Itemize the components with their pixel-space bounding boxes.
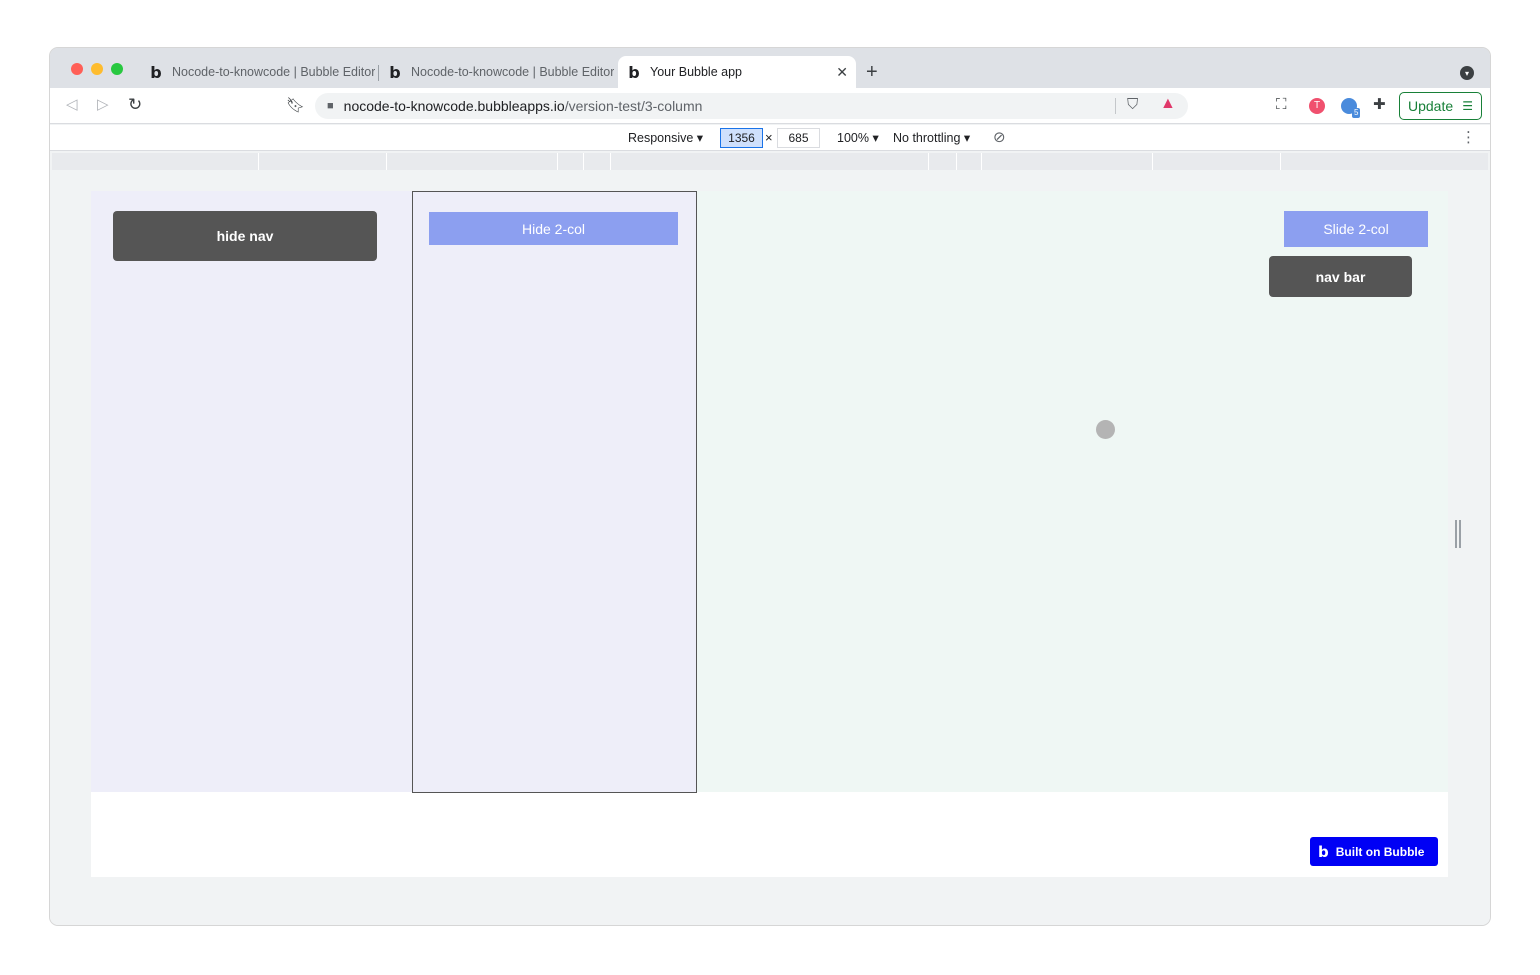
built-on-bubble-badge[interactable]: b Built on Bubble (1310, 837, 1438, 866)
new-tab-button[interactable]: + (866, 60, 878, 84)
device-viewport-area: hide nav Hide 2-col Slide 2-col nav bar … (50, 170, 1490, 925)
media-query-divider (1280, 153, 1281, 170)
minimize-window-button[interactable] (91, 63, 103, 75)
extension-red-icon[interactable]: T (1309, 98, 1325, 114)
tab-search-icon[interactable]: ▾ (1460, 66, 1474, 80)
dimension-separator: × (765, 130, 773, 145)
extensions-puzzle-icon[interactable]: ✚ (1373, 97, 1386, 113)
tab-title: Your Bubble app (650, 65, 742, 79)
brave-shield-icon[interactable]: ⛉ (1127, 96, 1138, 113)
menu-icon: ☰ (1462, 99, 1473, 113)
address-bar-separator (1115, 98, 1116, 114)
media-query-divider (583, 153, 584, 170)
close-tab-icon[interactable]: ✕ (836, 64, 848, 81)
media-query-divider (956, 153, 957, 170)
nav-column (91, 191, 412, 792)
media-query-divider (1152, 153, 1153, 170)
rotate-icon[interactable]: ⊘ (993, 128, 1006, 146)
extension-badge: 5 (1352, 108, 1361, 118)
bookmark-icon[interactable]: 🔖︎ (286, 96, 305, 114)
forward-icon[interactable]: ▷ (97, 96, 109, 114)
media-query-divider (610, 153, 611, 170)
media-query-divider (981, 153, 982, 170)
url-path: /version-test/3-column (564, 98, 703, 114)
media-query-divider (386, 153, 387, 170)
tab-bubble-editor-2[interactable]: b Nocode-to-knowcode | Bubble Editor (379, 56, 617, 88)
built-on-bubble-label: Built on Bubble (1335, 844, 1425, 859)
second-column (412, 191, 697, 793)
hide-2col-button[interactable]: Hide 2-col (429, 212, 678, 245)
tab-strip: b Nocode-to-knowcode | Bubble Editor b N… (50, 48, 1490, 88)
media-query-divider (258, 153, 259, 170)
browser-window: b Nocode-to-knowcode | Bubble Editor b N… (50, 48, 1490, 925)
bubble-logo-icon: b (389, 62, 401, 82)
update-label: Update (1408, 98, 1454, 114)
update-button[interactable]: Update ☰ (1399, 92, 1482, 120)
viewport-width-input[interactable]: 1356 (720, 128, 763, 148)
resize-width-handle[interactable] (1455, 520, 1461, 548)
maximize-window-button[interactable] (111, 63, 123, 75)
media-query-divider (557, 153, 558, 170)
bubble-logo-icon: b (1318, 842, 1329, 861)
touch-cursor (1096, 420, 1115, 439)
bubble-logo-icon: b (628, 62, 640, 82)
browser-toolbar: ◁ ▷ ↻ 🔖︎ ■ nocode-to-knowcode.bubbleapps… (50, 88, 1490, 124)
lock-icon: ■ (327, 100, 334, 112)
media-query-bar[interactable] (52, 153, 1488, 170)
reload-icon[interactable]: ↻ (128, 96, 142, 114)
hide-nav-button[interactable]: hide nav (113, 211, 377, 261)
slide-2col-button[interactable]: Slide 2-col (1284, 211, 1428, 247)
tab-title: Nocode-to-knowcode | Bubble Editor (172, 65, 376, 79)
device-select[interactable]: Responsive ▾ (628, 130, 703, 145)
media-query-divider (928, 153, 929, 170)
screen-capture-icon[interactable]: ⛶ (1276, 97, 1287, 113)
url-host: nocode-to-knowcode.bubbleapps.io (343, 98, 565, 114)
bubble-logo-icon: b (150, 62, 162, 82)
back-icon[interactable]: ◁ (66, 96, 78, 114)
nav-bar-button[interactable]: nav bar (1269, 256, 1412, 297)
throttling-select[interactable]: No throttling ▾ (893, 130, 970, 145)
zoom-select[interactable]: 100% ▾ (837, 130, 879, 145)
devtools-device-toolbar: Responsive ▾ 1356 × 685 100% ▾ No thrott… (50, 125, 1490, 151)
tab-bubble-editor-1[interactable]: b Nocode-to-knowcode | Bubble Editor (140, 56, 378, 88)
close-window-button[interactable] (71, 63, 83, 75)
more-options-icon[interactable]: ⋮ (1461, 128, 1476, 146)
bubble-app-page: hide nav Hide 2-col Slide 2-col nav bar … (91, 191, 1448, 877)
tab-title: Nocode-to-knowcode | Bubble Editor (411, 65, 615, 79)
address-bar[interactable]: ■ nocode-to-knowcode.bubbleapps.io/versi… (315, 93, 1188, 119)
tab-your-bubble-app[interactable]: b Your Bubble app ✕ (618, 56, 856, 88)
brave-rewards-icon[interactable]: ▲ (1160, 95, 1176, 113)
viewport-height-input[interactable]: 685 (777, 128, 820, 148)
